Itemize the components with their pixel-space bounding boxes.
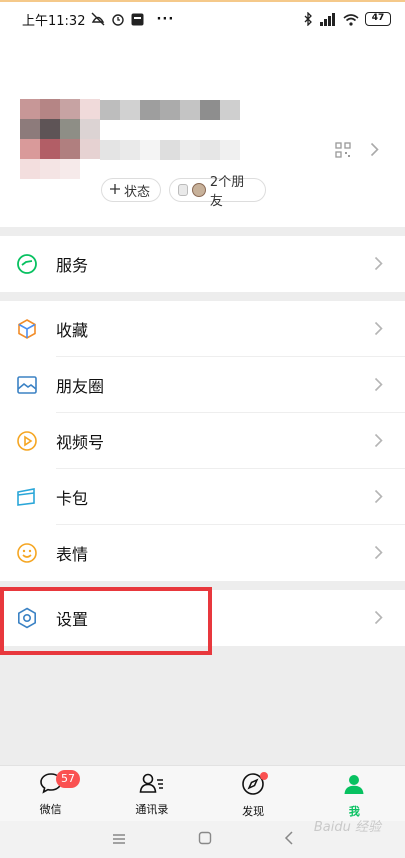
friend-avatar-2 bbox=[191, 183, 206, 197]
watermark: Baidu 经验 bbox=[313, 820, 381, 835]
status-time: 上午11:32 bbox=[22, 13, 86, 29]
chevron-right-icon bbox=[374, 489, 383, 508]
menu-item-label: 表情 bbox=[56, 545, 89, 564]
menu-item-stickers[interactable]: 表情 bbox=[0, 525, 405, 581]
battery-indicator: 47 bbox=[365, 12, 391, 26]
menu-item-moments[interactable]: 朋友圈 bbox=[0, 357, 405, 413]
more-notifications-icon: ··· bbox=[156, 11, 175, 27]
plus-icon bbox=[110, 183, 120, 198]
home-icon[interactable] bbox=[198, 830, 212, 849]
chevron-right-icon bbox=[374, 377, 383, 396]
chevron-right-icon bbox=[374, 321, 383, 340]
bluetooth-icon bbox=[303, 12, 313, 26]
moments-icon bbox=[16, 374, 38, 396]
menu-item-label: 视频号 bbox=[56, 433, 105, 452]
menu-item-cards[interactable]: 卡包 bbox=[0, 469, 405, 525]
contacts-icon bbox=[139, 772, 165, 798]
favorites-icon bbox=[16, 318, 38, 340]
profile-name bbox=[100, 100, 240, 120]
chevron-right-icon bbox=[374, 433, 383, 452]
chevron-right-icon[interactable] bbox=[370, 142, 379, 161]
new-content-dot bbox=[259, 772, 268, 780]
chevron-right-icon bbox=[374, 545, 383, 564]
app-notification-icon bbox=[131, 13, 144, 26]
menu-group-settings: 设置 bbox=[0, 590, 405, 646]
menu-item-label: 卡包 bbox=[56, 489, 89, 508]
menu-group-main: 收藏 朋友圈 视频号 卡包 表情 bbox=[0, 301, 405, 581]
menu-item-favorites[interactable]: 收藏 bbox=[0, 301, 405, 357]
tab-label: 通讯录 bbox=[135, 803, 169, 816]
menu-item-label: 朋友圈 bbox=[56, 377, 105, 396]
profile-wechat-id bbox=[100, 140, 240, 160]
profile-header[interactable]: 状态 2个朋友 bbox=[0, 36, 405, 227]
bottom-tab-bar: 57 微信 通讯录 发现 我 bbox=[0, 765, 405, 821]
menu-item-service[interactable]: 服务 bbox=[0, 236, 405, 292]
tab-chats[interactable]: 57 微信 bbox=[0, 766, 101, 821]
tab-label: 微信 bbox=[39, 803, 62, 816]
chevron-right-icon bbox=[374, 610, 383, 629]
status-pill-label: 状态 bbox=[124, 184, 151, 200]
menu-group-services: 服务 bbox=[0, 236, 405, 292]
friends-pill[interactable]: 2个朋友 bbox=[169, 175, 266, 209]
channels-icon bbox=[16, 430, 38, 452]
status-bar: 上午11:32 ··· 47 bbox=[0, 2, 405, 36]
settings-icon bbox=[16, 607, 38, 629]
unread-badge: 57 bbox=[56, 770, 80, 788]
menu-item-settings[interactable]: 设置 bbox=[0, 590, 405, 646]
tab-discover[interactable]: 发现 bbox=[203, 766, 304, 821]
me-icon bbox=[342, 772, 366, 800]
service-icon bbox=[16, 253, 38, 275]
cards-icon bbox=[16, 486, 38, 508]
wifi-icon bbox=[343, 13, 359, 26]
stickers-icon bbox=[16, 542, 38, 564]
qr-code-icon[interactable] bbox=[335, 142, 351, 162]
back-icon[interactable] bbox=[284, 830, 294, 849]
alarm-icon bbox=[111, 12, 125, 26]
status-pill[interactable]: 状态 bbox=[101, 178, 161, 202]
avatar[interactable] bbox=[20, 99, 100, 179]
menu-item-channels[interactable]: 视频号 bbox=[0, 413, 405, 469]
tab-me[interactable]: 我 bbox=[304, 766, 405, 821]
cellular-signal-icon bbox=[319, 12, 337, 26]
menu-item-label: 收藏 bbox=[56, 321, 89, 340]
friends-pill-label: 2个朋友 bbox=[209, 175, 245, 209]
menu-item-label: 设置 bbox=[56, 610, 89, 629]
menu-icon[interactable] bbox=[112, 830, 126, 849]
menu-item-label: 服务 bbox=[56, 256, 89, 275]
tab-contacts[interactable]: 通讯录 bbox=[101, 766, 202, 821]
tab-label: 发现 bbox=[242, 805, 265, 818]
do-not-disturb-icon bbox=[91, 12, 105, 26]
chevron-right-icon bbox=[374, 256, 383, 275]
friend-avatar-1 bbox=[178, 184, 188, 196]
